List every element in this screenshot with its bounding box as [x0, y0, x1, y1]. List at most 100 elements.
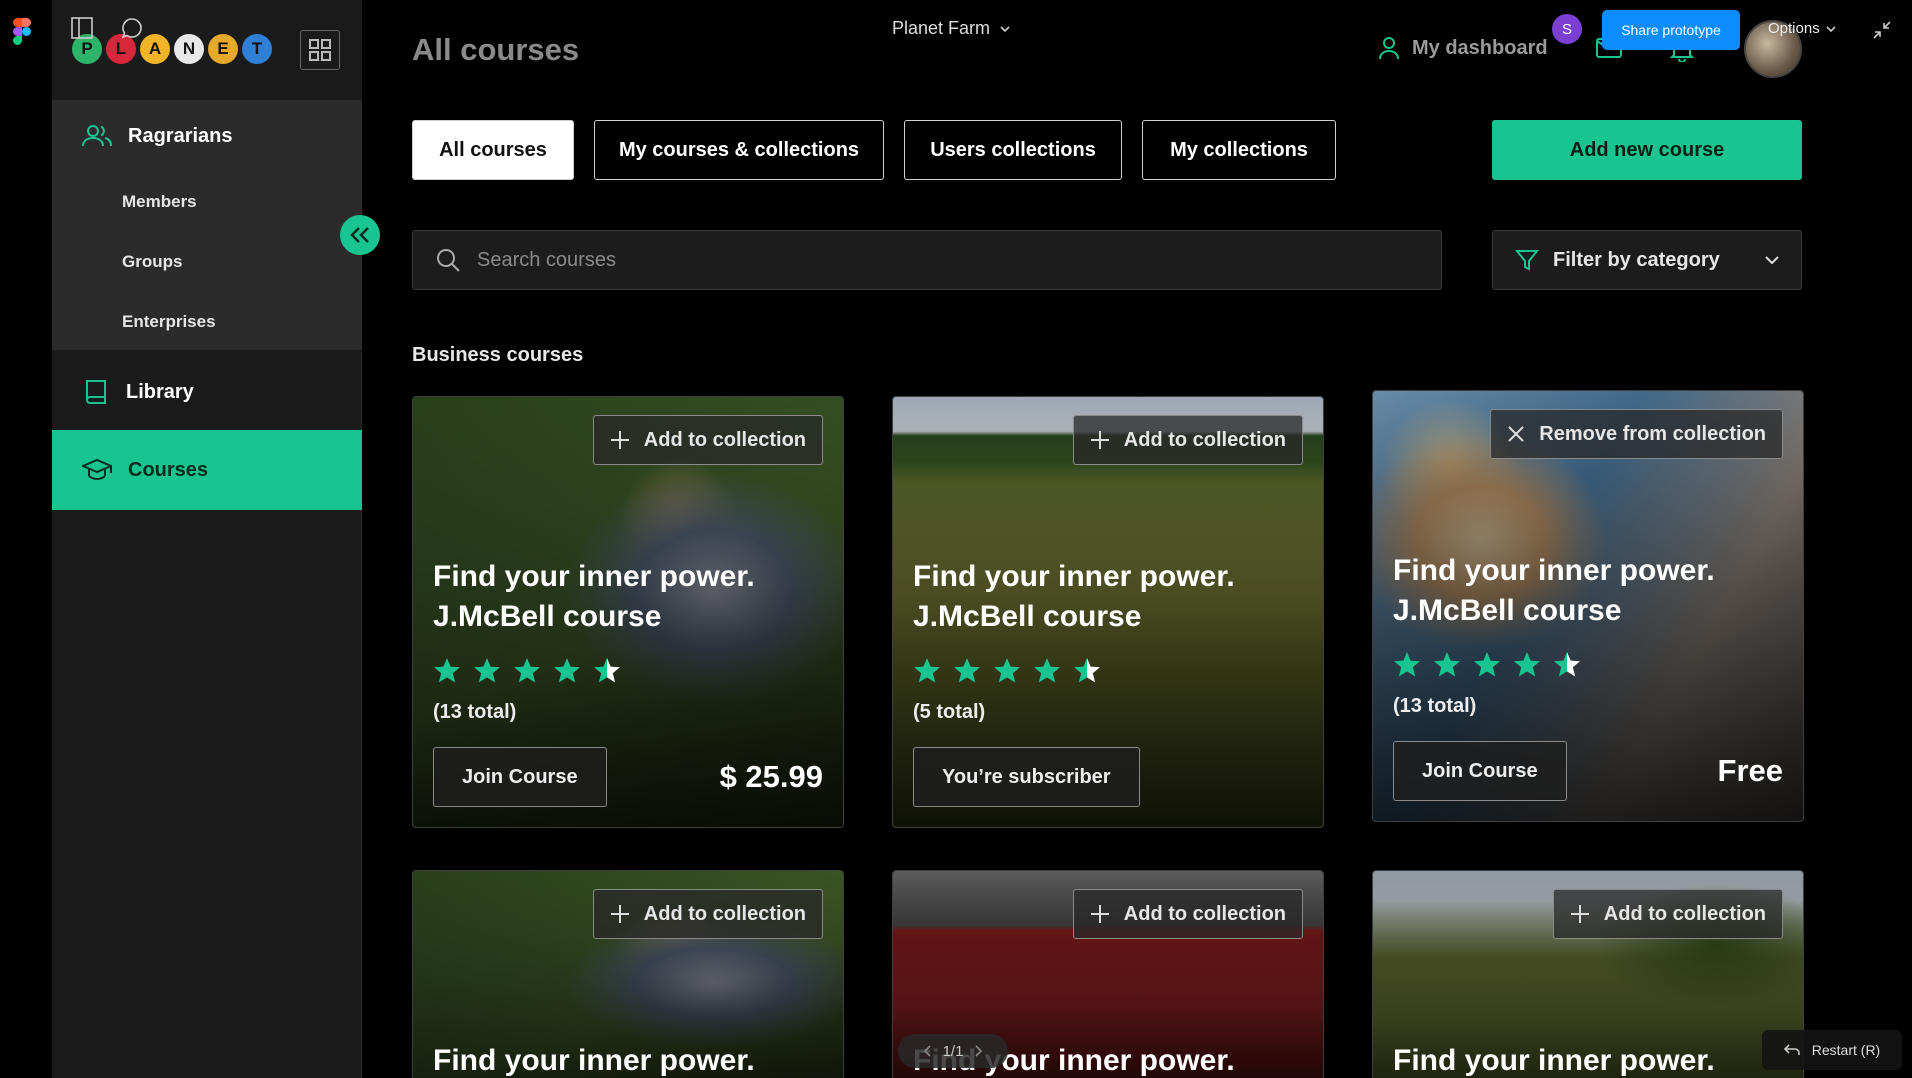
sidebar-item-groups[interactable]: Groups	[122, 252, 182, 272]
collapse-sidebar-button[interactable]	[340, 215, 380, 255]
sidebar-panel-icon[interactable]	[70, 16, 94, 40]
sidebar-item-courses[interactable]: Courses	[52, 430, 362, 510]
plus-icon	[610, 431, 629, 449]
filter-by-category-dropdown[interactable]: Filter by category	[1492, 230, 1802, 290]
star-icon	[1473, 651, 1501, 683]
add-to-collection-button[interactable]: Add to collection	[1552, 889, 1783, 939]
sidebar-item-label: Ragrarians	[128, 124, 233, 147]
sidebar-item-ragrarians[interactable]: Ragrarians	[82, 124, 233, 148]
collection-action-label: Add to collection	[1123, 902, 1286, 925]
grid-icon	[309, 39, 331, 61]
add-new-course-button[interactable]: Add new course	[1492, 120, 1802, 180]
collection-action-label: Remove from collection	[1539, 422, 1766, 445]
tab-users-collections[interactable]: Users collections	[904, 120, 1122, 180]
star-icon	[1393, 651, 1421, 683]
sidebar-item-label: Library	[126, 380, 194, 403]
star-icon	[1433, 651, 1461, 683]
course-title-line: Find your inner power.	[1393, 1044, 1715, 1077]
filter-label: Filter by category	[1553, 248, 1720, 271]
options-menu[interactable]: Options	[1768, 20, 1836, 37]
star-icon	[993, 657, 1021, 689]
collaborator-avatar[interactable]: S	[1552, 14, 1582, 44]
search-input[interactable]	[477, 248, 1377, 272]
plus-icon	[610, 905, 629, 923]
filter-icon	[1515, 250, 1539, 271]
comment-icon[interactable]	[120, 16, 144, 40]
star-icon	[433, 657, 461, 689]
course-title-line: J.McBell course	[433, 600, 662, 633]
chevron-left-icon	[923, 1045, 931, 1057]
my-dashboard-link[interactable]: My dashboard	[1378, 36, 1548, 60]
sidebar: P L A N E T Ragrarians Members Groups En…	[52, 0, 362, 1078]
chevron-down-icon	[1826, 25, 1836, 32]
search-icon	[437, 249, 460, 272]
course-card[interactable]: Add to collection Find your inner power.	[1372, 870, 1804, 1078]
graduation-cap-icon	[82, 458, 112, 481]
figma-top-tools	[70, 16, 144, 40]
course-price: $ 25.99	[719, 759, 823, 794]
figma-pager[interactable]: 1/1	[898, 1034, 1008, 1068]
dashboard-label: My dashboard	[1412, 36, 1548, 59]
logo-letter-t: T	[242, 34, 272, 64]
apps-grid-button[interactable]	[300, 30, 340, 70]
figma-rail	[0, 0, 52, 1078]
rating-total: (13 total)	[1393, 695, 1477, 717]
share-prototype-button[interactable]: Share prototype	[1602, 10, 1740, 50]
sidebar-item-label: Courses	[128, 458, 209, 481]
restart-arrow-icon	[1783, 1044, 1800, 1055]
logo-letter-n: N	[174, 34, 204, 64]
plus-icon	[1570, 905, 1589, 923]
page-title: All courses	[412, 32, 580, 67]
rating-stars	[433, 657, 621, 689]
tab-my-courses-collections[interactable]: My courses & collections	[594, 120, 884, 180]
user-icon	[1379, 37, 1399, 60]
course-card[interactable]: Add to collection Find your inner power.	[412, 870, 844, 1078]
course-title-line: J.McBell course	[913, 600, 1142, 633]
section-title: Business courses	[412, 344, 584, 366]
course-title: Find your inner power.	[1393, 1041, 1715, 1078]
collapse-view-icon[interactable]	[1872, 20, 1892, 40]
pager-label: 1/1	[942, 1042, 964, 1060]
add-to-collection-button[interactable]: Add to collection	[1072, 415, 1303, 465]
chevron-down-icon	[1000, 25, 1010, 32]
course-card[interactable]: Add to collection Find your inner power. J…	[892, 396, 1324, 828]
tab-my-collections[interactable]: My collections	[1142, 120, 1336, 180]
users-icon	[82, 125, 112, 147]
rating-total: (5 total)	[913, 701, 986, 723]
sidebar-item-members[interactable]: Members	[122, 192, 197, 212]
join-course-button[interactable]: Join Course	[433, 747, 607, 807]
star-icon	[513, 657, 541, 689]
options-label: Options	[1768, 20, 1820, 37]
star-icon	[1553, 651, 1581, 683]
remove-from-collection-button[interactable]: Remove from collection	[1490, 409, 1783, 459]
chevron-right-icon	[975, 1045, 983, 1057]
sidebar-item-library[interactable]: Library	[82, 378, 194, 406]
course-card[interactable]: Add to collection Find your inner power. J…	[412, 396, 844, 828]
figma-project-menu[interactable]: Planet Farm	[892, 18, 1010, 39]
sidebar-item-enterprises[interactable]: Enterprises	[122, 312, 216, 332]
star-icon	[593, 657, 621, 689]
star-icon	[473, 657, 501, 689]
book-icon	[86, 380, 106, 404]
restart-label: Restart (R)	[1811, 1042, 1881, 1058]
rating-total: (13 total)	[433, 701, 517, 723]
restart-button[interactable]: Restart (R)	[1762, 1030, 1902, 1070]
figma-logo-icon[interactable]	[13, 18, 31, 45]
subscriber-button[interactable]: You’re subscriber	[913, 747, 1140, 807]
course-price: Free	[1717, 753, 1783, 788]
plus-icon	[1090, 905, 1109, 923]
plus-icon	[1090, 431, 1109, 449]
course-title-line: Find your inner power.	[913, 560, 1235, 593]
sidebar-header: P L A N E T	[52, 0, 362, 100]
add-to-collection-button[interactable]: Add to collection	[1072, 889, 1303, 939]
courses-nav-row: Courses	[82, 458, 208, 482]
add-to-collection-button[interactable]: Add to collection	[592, 415, 823, 465]
course-title-line: Find your inner power.	[433, 560, 755, 593]
collection-action-label: Add to collection	[1123, 428, 1286, 451]
chevron-down-icon	[1765, 256, 1779, 264]
tab-all-courses[interactable]: All courses	[412, 120, 574, 180]
join-course-button[interactable]: Join Course	[1393, 741, 1567, 801]
search-box	[412, 230, 1442, 290]
course-card[interactable]: Remove from collection Find your inner po…	[1372, 390, 1804, 822]
add-to-collection-button[interactable]: Add to collection	[592, 889, 823, 939]
